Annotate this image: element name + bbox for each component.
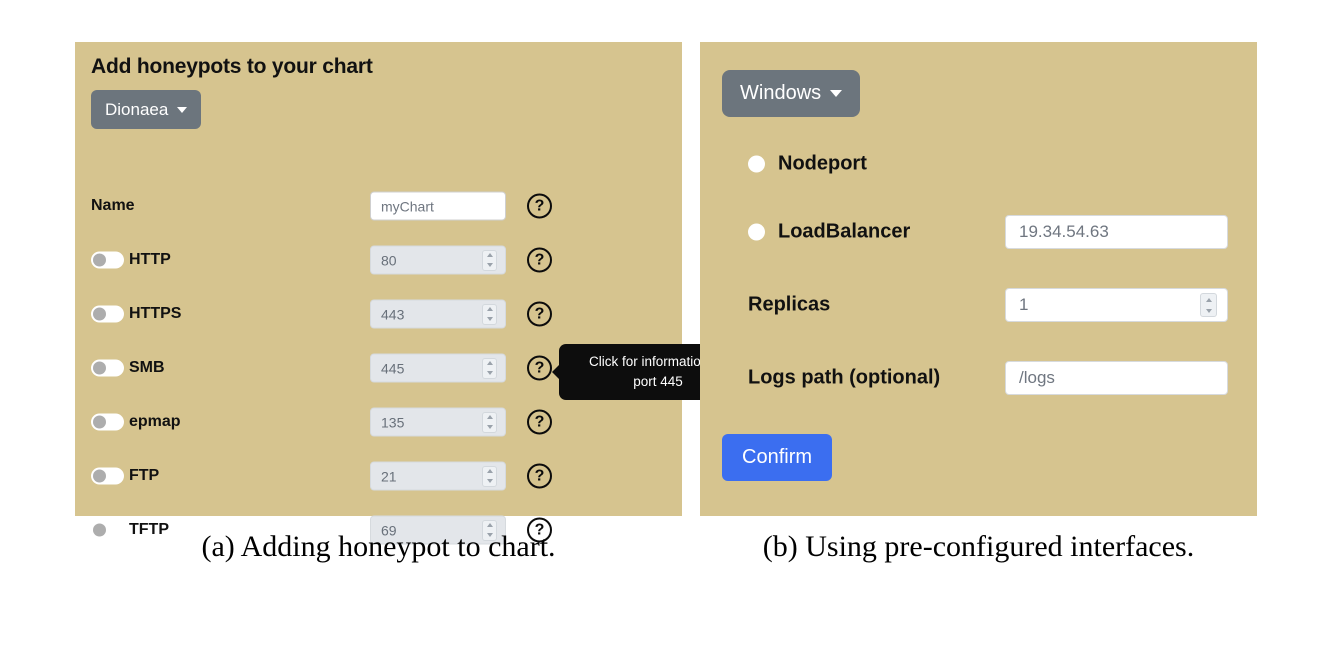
- help-icon-smb[interactable]: ?: [527, 355, 552, 381]
- spinner-smb[interactable]: [482, 357, 497, 379]
- spinner-epmap[interactable]: [482, 411, 497, 433]
- loadbalancer-label: LoadBalancer: [778, 220, 911, 243]
- replicas-value: 1: [1019, 295, 1029, 314]
- chevron-up-icon: [486, 415, 493, 420]
- loadbalancer-ip-value: 19.34.54.63: [1019, 222, 1109, 241]
- loadbalancer-ip-input[interactable]: 19.34.54.63: [1005, 215, 1228, 249]
- platform-dropdown[interactable]: Windows: [722, 70, 861, 117]
- port-input-ftp[interactable]: 21: [370, 461, 506, 491]
- port-label-http: HTTP: [129, 251, 171, 268]
- logs-path-value: /logs: [1019, 368, 1055, 387]
- spinner-https[interactable]: [482, 303, 497, 325]
- port-input-ftp-value: 21: [381, 468, 397, 484]
- chevron-down-icon: [486, 478, 493, 483]
- platform-dropdown-label: Windows: [740, 82, 822, 104]
- row-logs-path: Logs path (optional) /logs: [700, 358, 1257, 398]
- chevron-down-icon: [486, 424, 493, 429]
- panel-preconfigured-interfaces: Windows Nodeport LoadBalancer 19.34.54.6…: [700, 42, 1257, 516]
- spinner-replicas[interactable]: [1200, 293, 1217, 317]
- spinner-ftp[interactable]: [482, 465, 497, 487]
- toggle-http[interactable]: [91, 251, 124, 269]
- port-label-epmap: epmap: [129, 413, 181, 430]
- row-nodeport: Nodeport: [700, 144, 1257, 184]
- row-loadbalancer: LoadBalancer 19.34.54.63: [700, 212, 1257, 252]
- honeypot-type-dropdown-label: Dionaea: [105, 99, 169, 119]
- name-input[interactable]: myChart: [370, 191, 506, 221]
- chevron-up-icon: [486, 469, 493, 474]
- figure-container: Add honeypots to your chart Dionaea Name…: [0, 0, 1340, 650]
- caption-b: (b) Using pre-configured interfaces.: [762, 530, 1195, 563]
- page-title: Add honeypots to your chart: [91, 55, 373, 78]
- port-input-http[interactable]: 80: [370, 245, 506, 275]
- chevron-down-icon: [486, 262, 493, 267]
- toggle-smb[interactable]: [91, 359, 124, 377]
- help-icon-epmap[interactable]: ?: [527, 409, 552, 435]
- nodeport-label: Nodeport: [778, 152, 867, 175]
- row-name: Name myChart ?: [75, 188, 682, 224]
- chevron-down-icon: [486, 370, 493, 375]
- toggle-https[interactable]: [91, 305, 124, 323]
- help-icon-name[interactable]: ?: [527, 193, 552, 219]
- help-icon-http[interactable]: ?: [527, 247, 552, 273]
- logs-path-input[interactable]: /logs: [1005, 361, 1228, 395]
- toggle-ftp[interactable]: [91, 467, 124, 485]
- row-https: HTTPS 443 ?: [75, 296, 682, 332]
- port-input-http-value: 80: [381, 252, 397, 268]
- port-label-https: HTTPS: [129, 305, 182, 322]
- chevron-up-icon: [486, 361, 493, 366]
- row-http: HTTP 80 ?: [75, 242, 682, 278]
- chevron-up-icon: [486, 253, 493, 258]
- port-label-smb: SMB: [129, 359, 165, 376]
- port-input-smb-value: 445: [381, 360, 405, 376]
- help-icon-https[interactable]: ?: [527, 301, 552, 327]
- chevron-up-icon: [486, 523, 493, 528]
- caption-a: (a) Adding honeypot to chart.: [201, 530, 556, 563]
- spinner-http[interactable]: [482, 249, 497, 271]
- chevron-up-icon: [1205, 297, 1212, 302]
- chevron-down-icon: [1205, 308, 1212, 313]
- toggle-epmap[interactable]: [91, 413, 124, 431]
- radio-nodeport[interactable]: [748, 155, 765, 173]
- row-epmap: epmap 135 ?: [75, 404, 682, 440]
- chevron-up-icon: [486, 307, 493, 312]
- confirm-button[interactable]: Confirm: [722, 434, 833, 481]
- panel-add-honeypots: Add honeypots to your chart Dionaea Name…: [75, 42, 757, 545]
- honeypot-type-dropdown[interactable]: Dionaea: [91, 90, 202, 129]
- port-input-epmap[interactable]: 135: [370, 407, 506, 437]
- port-input-epmap-value: 135: [381, 414, 405, 430]
- row-ftp: FTP 21 ?: [75, 458, 682, 494]
- help-icon-ftp[interactable]: ?: [527, 463, 552, 489]
- replicas-label: Replicas: [748, 293, 831, 316]
- caret-down-icon: [830, 90, 843, 97]
- port-input-https-value: 443: [381, 306, 405, 322]
- chevron-down-icon: [486, 316, 493, 321]
- port-input-https[interactable]: 443: [370, 299, 506, 329]
- caret-down-icon: [177, 106, 188, 113]
- name-input-value: myChart: [381, 198, 434, 214]
- row-replicas: Replicas 1: [700, 285, 1257, 325]
- replicas-input[interactable]: 1: [1005, 288, 1228, 322]
- logs-path-label: Logs path (optional): [748, 366, 941, 389]
- name-label: Name: [91, 197, 135, 214]
- port-label-ftp: FTP: [129, 467, 160, 484]
- radio-loadbalancer[interactable]: [748, 223, 765, 241]
- port-input-smb[interactable]: 445: [370, 353, 506, 383]
